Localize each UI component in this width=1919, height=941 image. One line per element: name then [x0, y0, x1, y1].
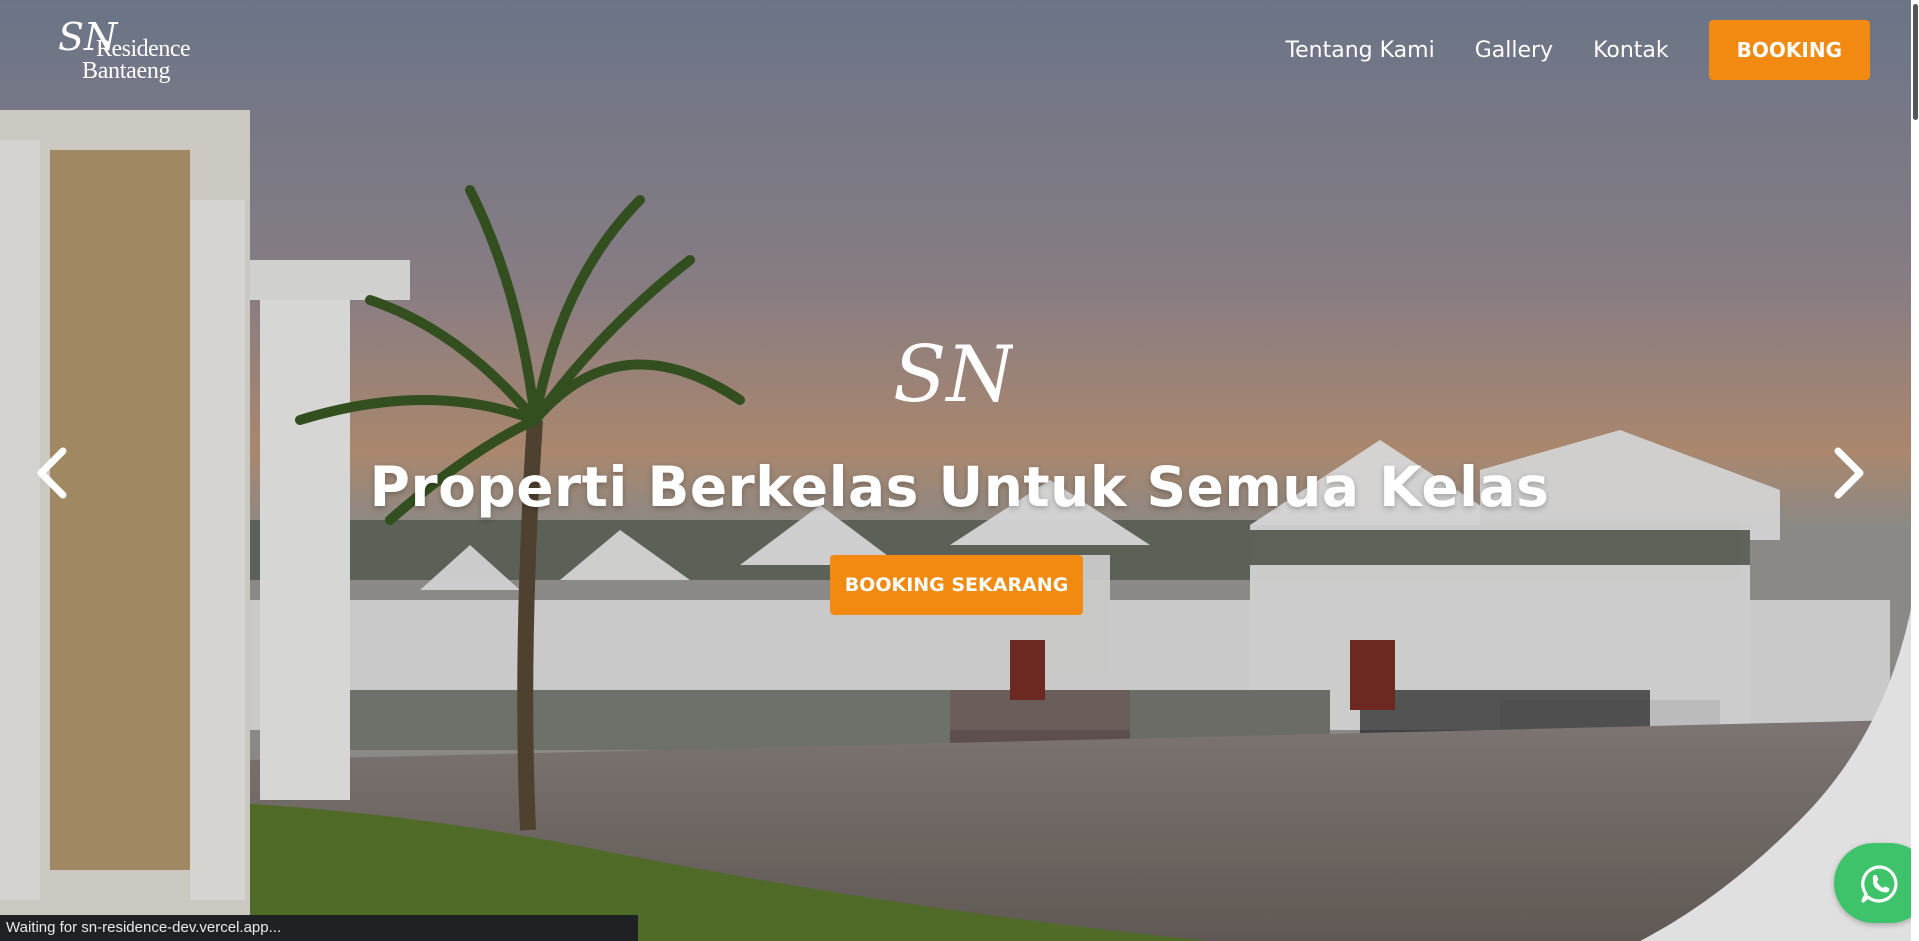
hero-headline: Properti Berkelas Untuk Semua Kelas: [369, 455, 1550, 519]
carousel-next-button[interactable]: [1828, 443, 1868, 503]
booking-button[interactable]: BOOKING: [1708, 20, 1870, 80]
nav-item-tentang-kami[interactable]: Tentang Kami: [1285, 38, 1434, 63]
hero-monogram-logo: SN: [893, 330, 1013, 420]
browser-status-bar: Waiting for sn-residence-dev.vercel.app.…: [0, 915, 638, 941]
nav-item-gallery[interactable]: Gallery: [1475, 38, 1553, 63]
whatsapp-button[interactable]: [1834, 843, 1919, 923]
hero-monogram-text: SN: [893, 330, 1013, 420]
logo-line-bantaeng: Bantaeng: [82, 58, 171, 84]
page-scrollbar[interactable]: [1911, 0, 1919, 941]
site-logo[interactable]: SN Residence Bantaeng: [58, 18, 191, 84]
main-nav: Tentang Kami Gallery Kontak BOOKING: [1285, 20, 1870, 80]
whatsapp-icon: [1861, 865, 1898, 903]
chevron-left-icon: [37, 447, 67, 499]
carousel-prev-button[interactable]: [33, 443, 73, 503]
scrollbar-thumb[interactable]: [1913, 4, 1918, 120]
nav-item-kontak[interactable]: Kontak: [1593, 38, 1669, 63]
booking-sekarang-button[interactable]: BOOKING SEKARANG: [830, 555, 1083, 615]
chevron-right-icon: [1834, 447, 1864, 499]
